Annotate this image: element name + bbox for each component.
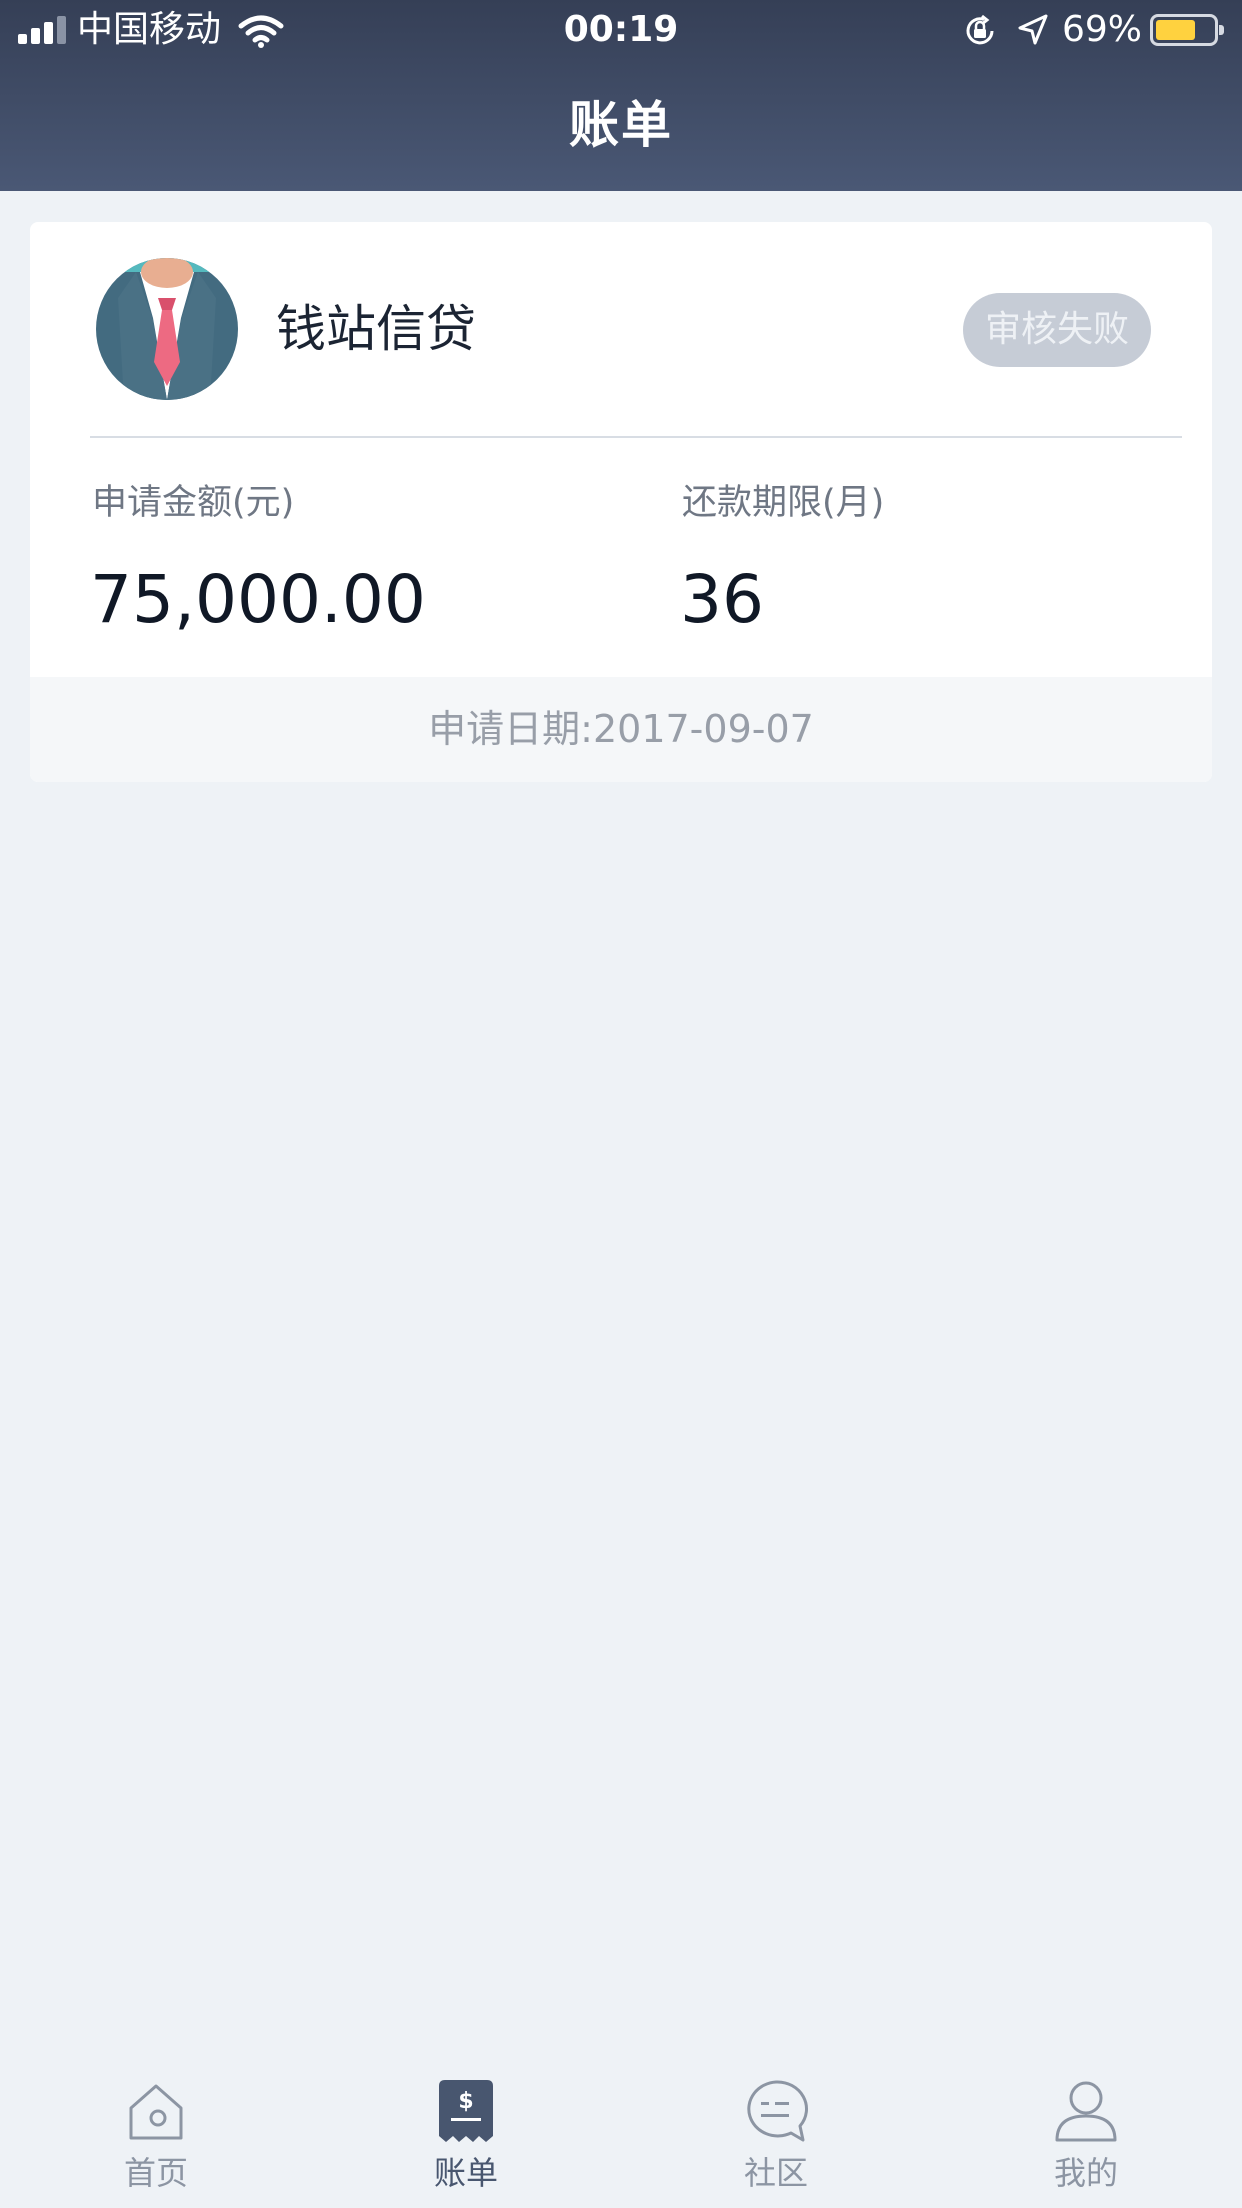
- tab-mine-label: 我的: [1053, 2154, 1118, 2192]
- top-bar: 中国移动 00:19 69% 账单: [0, 0, 1242, 191]
- tab-bill[interactable]: $ 账单: [366, 2058, 566, 2208]
- term-value: 36: [680, 561, 764, 638]
- tab-bill-label: 账单: [433, 2154, 498, 2192]
- term-label: 还款期限(月): [682, 483, 885, 523]
- lender-name: 钱站信贷: [276, 300, 476, 358]
- tab-home[interactable]: 首页: [56, 2058, 256, 2208]
- divider: [90, 436, 1182, 438]
- status-badge: 审核失败: [963, 293, 1151, 367]
- battery-fill: [1156, 20, 1195, 40]
- person-icon: [1055, 2081, 1117, 2142]
- loan-card[interactable]: 钱站信贷 审核失败 申请金额(元) 75,000.00 还款期限(月) 36 申…: [30, 222, 1212, 782]
- bill-icon: $: [439, 2080, 493, 2142]
- battery-cap: [1219, 25, 1224, 35]
- avatar: [96, 258, 238, 400]
- page-title: 账单: [569, 96, 673, 154]
- tab-bar: 首页 $ 账单 社区 我的: [0, 2058, 1242, 2208]
- location-icon: [1018, 14, 1048, 45]
- chat-icon: [747, 2080, 808, 2142]
- tab-community-label: 社区: [743, 2154, 808, 2192]
- tab-home-label: 首页: [123, 2154, 188, 2192]
- battery-percent: 69%: [1062, 9, 1143, 50]
- home-icon: [129, 2084, 183, 2140]
- svg-text:$: $: [458, 2089, 473, 2114]
- amount-value: 75,000.00: [90, 561, 426, 638]
- tab-mine[interactable]: 我的: [986, 2058, 1186, 2208]
- orientation-lock-icon: [966, 14, 994, 45]
- apply-date: 申请日期:2017-09-07: [30, 677, 1212, 782]
- status-time: 00:19: [563, 9, 679, 50]
- status-bar: 中国移动 00:19 69%: [0, 0, 1242, 62]
- battery-icon: [1150, 14, 1224, 46]
- tab-community[interactable]: 社区: [676, 2058, 876, 2208]
- amount-label: 申请金额(元): [92, 483, 295, 523]
